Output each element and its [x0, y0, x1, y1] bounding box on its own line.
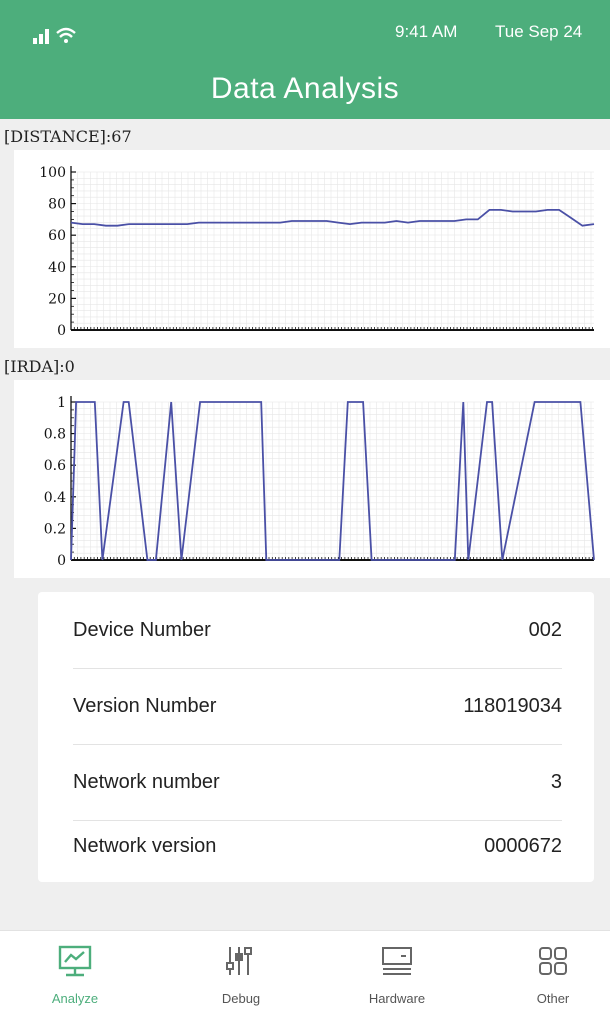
tab-analyze-label: Analyze — [51, 991, 99, 1006]
status-time: 9:41 AM — [395, 22, 458, 41]
other-icon — [539, 947, 567, 975]
irda-series-line — [70, 401, 595, 561]
tab-debug[interactable]: Debug — [186, 931, 296, 1009]
y-tick-label: 0 — [57, 323, 66, 339]
distance-chart-panel: 0 20 40 60 80 100 — [14, 150, 610, 348]
tab-analyze[interactable]: Analyze — [20, 931, 130, 1009]
y-tick-label: 60 — [48, 228, 66, 244]
version-number-label: Version Number — [73, 694, 217, 717]
distance-chart: 0 20 40 60 80 100 — [39, 165, 595, 339]
y-tick-label: 80 — [48, 197, 66, 213]
status-date: Tue Sep 24 — [495, 22, 583, 41]
header: 9:41 AM Tue Sep 24 Data Analysis — [0, 0, 610, 119]
network-number-value: 3 — [550, 770, 562, 793]
debug-icon — [226, 947, 252, 975]
network-number-label: Network number — [73, 770, 220, 793]
y-tick-label: 0.6 — [44, 458, 66, 474]
version-number-value: 118019034 — [463, 694, 562, 717]
device-info-card: Device Number 002 Version Number 1180190… — [38, 592, 594, 882]
distance-label: [DISTANCE]:67 — [4, 127, 132, 146]
network-version-value: 0000672 — [484, 834, 562, 857]
tab-debug-label: Debug — [221, 991, 261, 1006]
y-tick-label: 20 — [48, 291, 66, 307]
y-tick-label: 0.4 — [44, 490, 66, 506]
y-tick-label: 100 — [39, 165, 66, 181]
signal-wifi-icon — [33, 27, 76, 44]
page-title: Data Analysis — [210, 72, 400, 105]
tab-other[interactable]: Other — [498, 931, 608, 1009]
y-tick-label: 0 — [57, 553, 66, 569]
irda-label: [IRDA]:0 — [4, 357, 75, 376]
version-number-row: Version Number 118019034 — [73, 668, 562, 745]
network-version-label: Network version — [73, 834, 217, 857]
tab-other-label: Other — [536, 991, 570, 1006]
irda-chart: 0 0.2 0.4 0.6 0.8 1 — [44, 395, 595, 569]
status-bar: 9:41 AM Tue Sep 24 — [0, 0, 610, 60]
distance-series-line — [70, 209, 595, 227]
y-tick-label: 0.2 — [44, 521, 66, 537]
y-tick-label: 1 — [57, 395, 66, 411]
network-version-row: Network version 0000672 — [73, 808, 562, 884]
y-tick-label: 0.8 — [44, 427, 66, 443]
device-number-value: 002 — [528, 618, 562, 641]
y-tick-label: 40 — [48, 260, 66, 276]
device-number-label: Device Number — [73, 618, 211, 641]
hardware-icon — [382, 947, 412, 975]
device-number-row: Device Number 002 — [73, 592, 562, 669]
tab-bar: Analyze Debug Hardware Other — [0, 930, 610, 1009]
tab-hardware-label: Hardware — [368, 991, 426, 1006]
irda-chart-panel: 0 0.2 0.4 0.6 0.8 1 — [14, 380, 610, 578]
tab-hardware[interactable]: Hardware — [342, 931, 452, 1009]
analyze-icon — [58, 945, 92, 977]
